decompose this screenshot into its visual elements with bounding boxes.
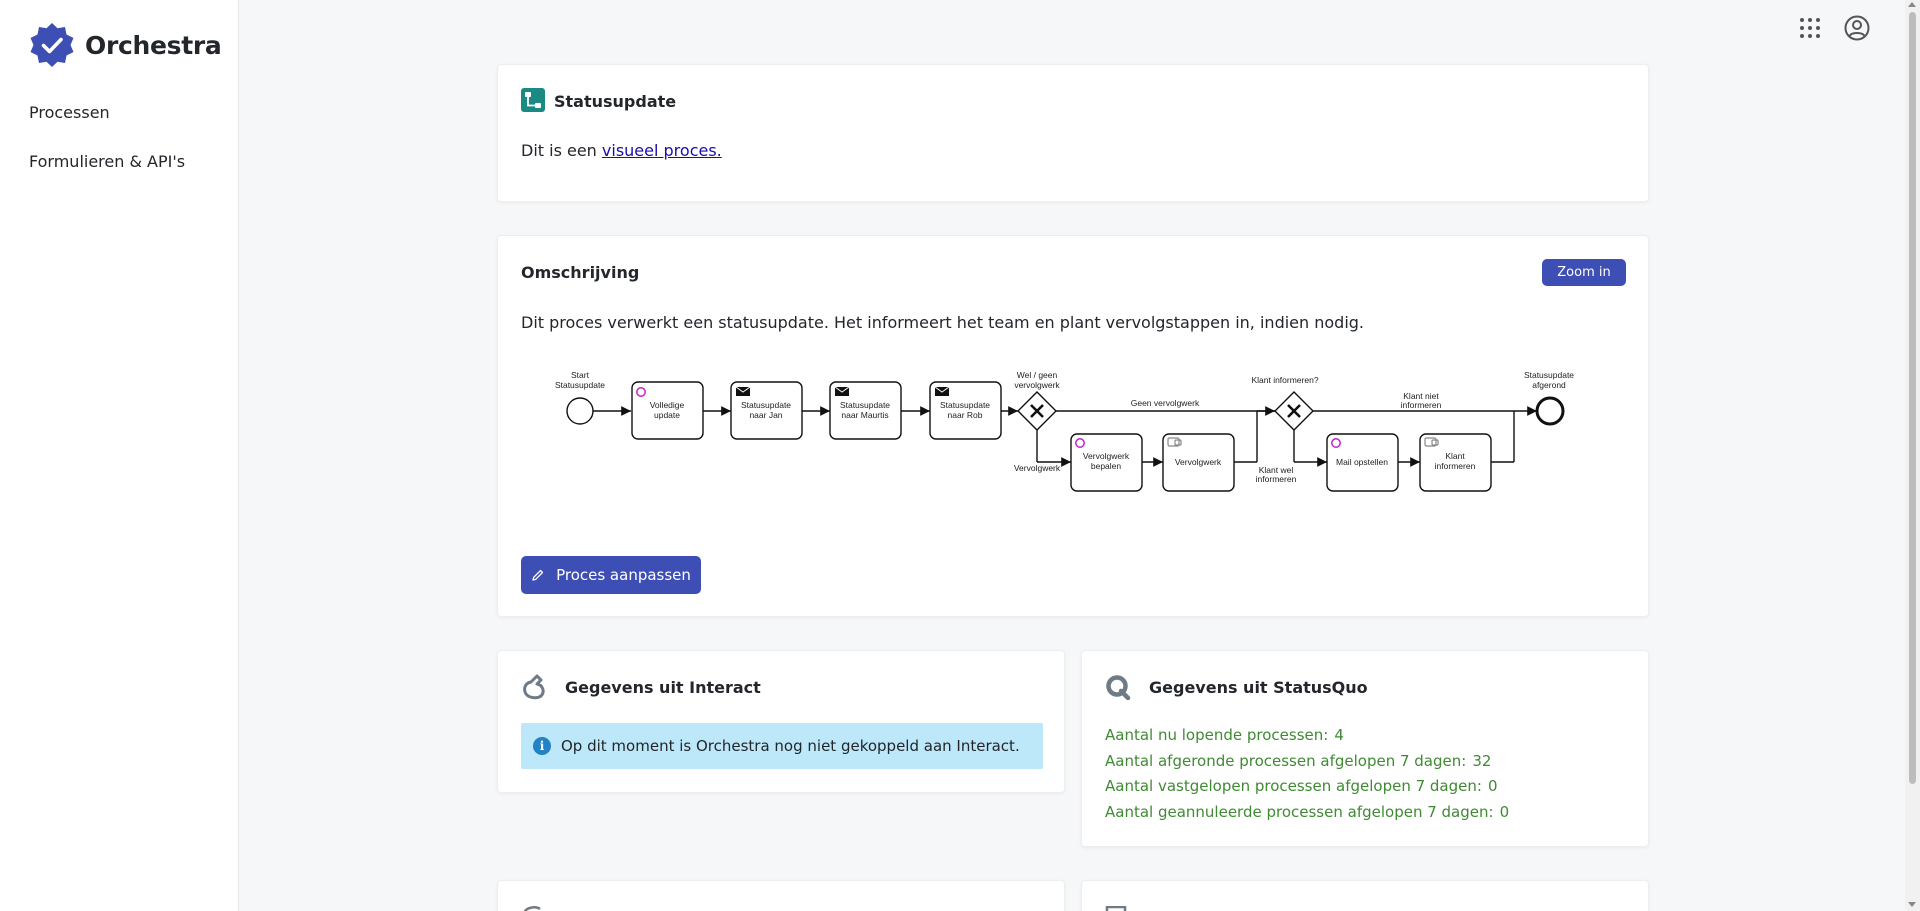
stat-cancelled: Aantal geannuleerde processen afgelopen …	[1105, 800, 1509, 826]
process-icon	[521, 88, 545, 112]
flow-label: informeren	[1401, 400, 1442, 410]
gateway-label: Klant informeren?	[1251, 375, 1318, 385]
end-label: Statusupdate	[1524, 370, 1574, 380]
interact-info-alert: i Op dit moment is Orchestra nog niet ge…	[521, 723, 1043, 769]
sidebar-nav: Processen Formulieren & API's	[29, 103, 185, 201]
task-label: informeren	[1435, 461, 1476, 471]
sync-icon	[523, 906, 541, 911]
start-label: Statusupdate	[555, 380, 605, 390]
task-label: naar Maurtis	[841, 410, 888, 420]
scroll-up-arrow-icon[interactable]	[1908, 2, 1916, 7]
start-label: Start	[571, 370, 590, 380]
visual-process-link[interactable]: visueel proces.	[602, 141, 722, 160]
process-title: Statusupdate	[554, 92, 677, 111]
interact-card: Gegevens uit Interact i Op dit moment is…	[497, 650, 1065, 793]
process-subtitle-text: Dit is een	[521, 141, 602, 160]
flow-label: informeren	[1256, 474, 1297, 484]
statusquo-card: Gegevens uit StatusQuo Aantal nu lopende…	[1081, 650, 1649, 847]
task-label: naar Rob	[948, 410, 983, 420]
edit-process-label: Proces aanpassen	[556, 566, 691, 584]
task-label: Vervolgwerk	[1175, 457, 1222, 467]
orchestra-logo-icon	[30, 23, 74, 67]
stat-value: 0	[1499, 802, 1510, 821]
stat-value: 0	[1487, 777, 1498, 795]
scrollbar-thumb[interactable]	[1909, 12, 1916, 784]
process-diagram[interactable]: Start Statusupdate Volledige update Stat…	[498, 236, 1650, 536]
statusquo-logo-icon	[1106, 675, 1131, 700]
stat-value: 32	[1472, 751, 1492, 770]
stat-running: Aantal nu lopende processen: 4	[1105, 723, 1509, 749]
process-header-card: Statusupdate Dit is een visueel proces.	[497, 64, 1649, 202]
sidebar-item-processen[interactable]: Processen	[29, 103, 185, 122]
interact-logo-icon	[523, 674, 545, 700]
apps-grid-icon[interactable]	[1796, 14, 1824, 42]
sidebar: Orchestra Processen Formulieren & API's	[0, 0, 239, 911]
flow-label: Geen vervolgwerk	[1131, 398, 1200, 408]
end-event	[1535, 396, 1565, 426]
bottom-card-left	[497, 880, 1065, 911]
account-circle-icon[interactable]	[1843, 14, 1871, 42]
flow-label: Vervolgwerk	[1014, 463, 1061, 473]
statusquo-title: Gegevens uit StatusQuo	[1149, 678, 1368, 697]
task-label: update	[654, 410, 680, 420]
statusquo-stats: Aantal nu lopende processen: 4 Aantal afg…	[1105, 723, 1509, 825]
end-label: afgerond	[1532, 380, 1566, 390]
task-label: naar Jan	[749, 410, 782, 420]
stat-label: Aantal nu lopende processen:	[1105, 726, 1329, 744]
task-label: Statusupdate	[840, 400, 890, 410]
stat-completed: Aantal afgeronde processen afgelopen 7 d…	[1105, 749, 1509, 775]
stat-label: Aantal vastgelopen processen afgelopen 7…	[1105, 777, 1482, 795]
task-label: Vervolgwerk	[1083, 451, 1130, 461]
gateway-label: vervolgwerk	[1014, 380, 1060, 390]
task-label: Mail opstellen	[1336, 457, 1388, 467]
interact-title: Gegevens uit Interact	[565, 678, 761, 697]
interact-info-text: Op dit moment is Orchestra nog niet geko…	[561, 737, 1020, 755]
sidebar-item-formulieren[interactable]: Formulieren & API's	[29, 152, 185, 171]
document-icon	[1105, 906, 1127, 911]
page-scrollbar[interactable]	[1905, 0, 1920, 911]
task-label: bepalen	[1091, 461, 1122, 471]
description-card: Omschrijving Zoom in Dit proces verwerkt…	[497, 235, 1649, 617]
stat-label: Aantal afgeronde processen afgelopen 7 d…	[1105, 751, 1467, 770]
app-name: Orchestra	[85, 30, 222, 60]
task-label: Volledige	[650, 400, 685, 410]
edit-process-button[interactable]: Proces aanpassen	[521, 556, 701, 594]
stat-value: 4	[1334, 726, 1344, 744]
stat-label: Aantal geannuleerde processen afgelopen …	[1105, 802, 1494, 821]
start-event	[566, 397, 594, 425]
ai-task-icon	[636, 387, 1341, 448]
brand[interactable]: Orchestra	[29, 22, 222, 68]
stat-stuck: Aantal vastgelopen processen afgelopen 7…	[1105, 774, 1509, 800]
scroll-down-arrow-icon[interactable]	[1908, 902, 1916, 907]
task-label: Statusupdate	[940, 400, 990, 410]
gateway-label: Wel / geen	[1017, 370, 1058, 380]
info-icon: i	[533, 737, 551, 755]
bottom-card-right	[1081, 880, 1649, 911]
task-label: Statusupdate	[741, 400, 791, 410]
task-label: Klant	[1445, 451, 1465, 461]
process-subtitle: Dit is een visueel proces.	[521, 141, 722, 160]
pencil-icon	[532, 569, 544, 581]
